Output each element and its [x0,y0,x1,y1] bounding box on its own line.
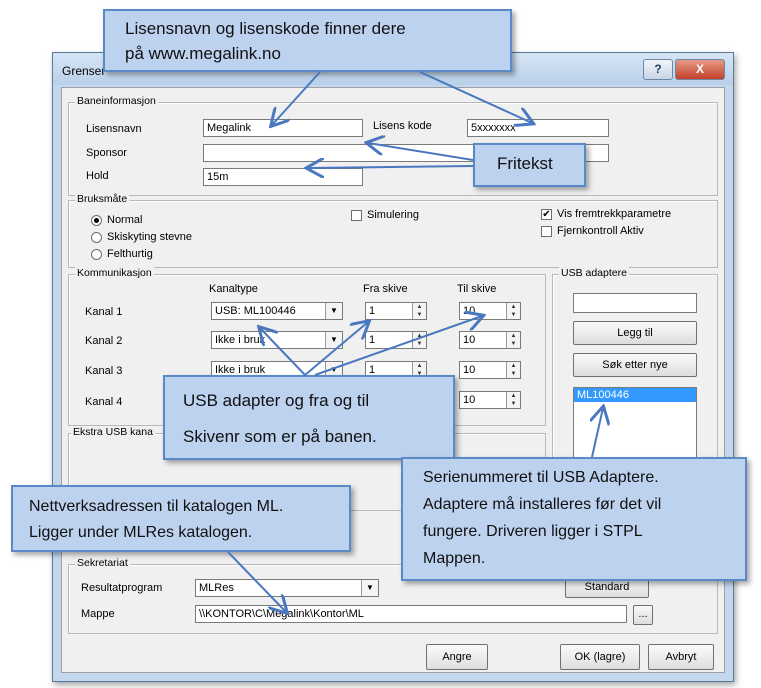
arrow-to-hold [308,166,474,168]
arrow-to-sponsor [368,143,474,161]
arrow-to-kanaltype [260,328,306,376]
arrow-to-lisensnavn [272,71,321,125]
annotation-arrows [227,71,761,688]
arrow-to-mappe [227,551,286,612]
arrow-to-usb-list [592,408,603,458]
arrow-to-lisenskode [419,71,532,123]
